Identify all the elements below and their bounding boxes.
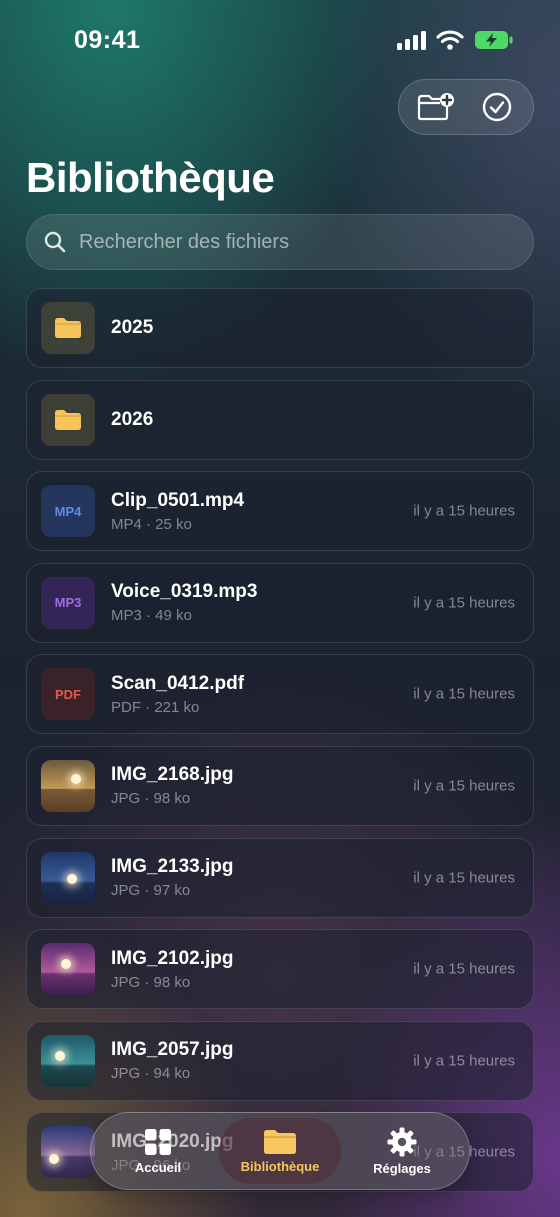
tab-settings[interactable]: Réglages xyxy=(341,1118,463,1184)
pdf-file-badge: PDF xyxy=(41,668,95,721)
folder-thumbnail xyxy=(41,302,95,354)
cellular-signal-icon xyxy=(397,30,426,50)
grid-icon xyxy=(145,1128,171,1155)
item-meta: Scan_0412.pdf PDF · 221 ko xyxy=(111,673,244,716)
item-details: JPG · 97 ko xyxy=(111,882,191,900)
file-list: 2025 2026 MP4 Clip_0501.mp4 MP4 · 25 ko … xyxy=(26,288,534,1204)
item-name: IMG_2168.jpg xyxy=(111,764,234,786)
folder-icon xyxy=(264,1129,296,1154)
list-item-image[interactable]: IMG_2102.jpg JPG · 98 ko il y a 15 heure… xyxy=(26,929,534,1010)
status-icons xyxy=(397,29,514,51)
item-meta: Voice_0319.mp3 MP3 · 49 ko xyxy=(111,581,257,624)
list-item-image[interactable]: IMG_2133.jpg JPG · 97 ko il y a 15 heure… xyxy=(26,837,534,918)
item-name: IMG_2057.jpg xyxy=(111,1039,234,1061)
tab-label: Bibliothèque xyxy=(240,1158,320,1174)
item-modified-time: il y a 15 heures xyxy=(413,1052,515,1070)
search-input[interactable] xyxy=(79,215,533,269)
item-modified-time: il y a 15 heures xyxy=(413,777,515,795)
wifi-icon xyxy=(436,30,464,50)
item-name: Clip_0501.mp4 xyxy=(111,489,245,511)
status-bar: 09:41 xyxy=(0,0,560,80)
list-item-file[interactable]: MP3 Voice_0319.mp3 MP3 · 49 ko il y a 15… xyxy=(26,562,534,643)
item-details: MP4 · 25 ko xyxy=(111,515,192,533)
list-item-image[interactable]: IMG_2057.jpg JPG · 94 ko il y a 15 heure… xyxy=(26,1020,534,1101)
item-details: JPG · 98 ko xyxy=(111,973,191,991)
item-modified-time: il y a 15 heures xyxy=(413,869,515,887)
checkmark-circle-icon xyxy=(482,92,511,122)
item-name: 2026 xyxy=(111,408,154,430)
item-meta: 2025 xyxy=(111,317,153,339)
item-details: MP3 · 49 ko xyxy=(111,607,192,625)
item-modified-time: il y a 15 heures xyxy=(413,594,515,612)
battery-charging-icon xyxy=(475,31,513,49)
item-meta: Clip_0501.mp4 MP4 · 25 ko xyxy=(111,490,244,533)
list-item-image[interactable]: IMG_2168.jpg JPG · 98 ko il y a 15 heure… xyxy=(26,745,534,826)
item-name: Scan_0412.pdf xyxy=(111,672,245,694)
folder-thumbnail xyxy=(41,393,95,446)
select-button[interactable] xyxy=(471,83,523,131)
search-icon xyxy=(44,231,66,253)
audio-file-badge: MP3 xyxy=(41,576,95,629)
list-item-file[interactable]: PDF Scan_0412.pdf PDF · 221 ko il y a 15… xyxy=(26,654,534,735)
status-time: 09:41 xyxy=(74,26,141,54)
tab-home[interactable]: Accueil xyxy=(97,1118,219,1184)
item-meta: IMG_2133.jpg JPG · 97 ko xyxy=(111,856,234,899)
list-item-folder-2026[interactable]: 2026 xyxy=(26,379,534,460)
item-meta: IMG_2102.jpg JPG · 98 ko xyxy=(111,948,234,991)
item-name: Voice_0319.mp3 xyxy=(111,581,258,603)
folder-icon xyxy=(55,318,81,338)
video-file-badge: MP4 xyxy=(41,485,95,538)
tab-label: Réglages xyxy=(373,1160,431,1176)
item-modified-time: il y a 15 heures xyxy=(413,502,515,520)
tab-bar: Accueil Bibliothèque Réglages xyxy=(90,1112,470,1190)
list-item-folder-2025[interactable]: 2025 xyxy=(26,288,534,368)
item-details: JPG · 98 ko xyxy=(111,790,191,808)
item-meta: IMG_2168.jpg JPG · 98 ko xyxy=(111,764,234,807)
new-folder-button[interactable] xyxy=(410,83,462,131)
image-thumbnail xyxy=(41,943,95,996)
image-thumbnail xyxy=(41,759,95,812)
folder-icon xyxy=(55,409,81,430)
page-title: Bibliothèque xyxy=(26,154,275,201)
item-details: PDF · 221 ko xyxy=(111,698,200,716)
item-name: IMG_2133.jpg xyxy=(111,856,234,878)
gear-icon xyxy=(387,1127,417,1156)
item-name: 2025 xyxy=(111,317,154,338)
item-name: IMG_2102.jpg xyxy=(111,947,234,969)
top-actions-group xyxy=(398,79,534,135)
image-thumbnail xyxy=(41,1034,95,1087)
image-thumbnail xyxy=(41,1126,95,1179)
tab-library[interactable]: Bibliothèque xyxy=(219,1118,341,1184)
list-item-file[interactable]: MP4 Clip_0501.mp4 MP4 · 25 ko il y a 15 … xyxy=(26,471,534,552)
item-modified-time: il y a 15 heures xyxy=(413,685,515,703)
image-thumbnail xyxy=(41,851,95,904)
item-modified-time: il y a 15 heures xyxy=(413,960,515,978)
item-details: JPG · 94 ko xyxy=(111,1065,191,1083)
item-meta: IMG_2057.jpg JPG · 94 ko xyxy=(111,1039,234,1082)
tab-label: Accueil xyxy=(134,1159,182,1175)
folder-add-icon xyxy=(417,93,454,121)
search-bar[interactable] xyxy=(26,214,534,270)
item-meta: 2026 xyxy=(111,409,153,431)
